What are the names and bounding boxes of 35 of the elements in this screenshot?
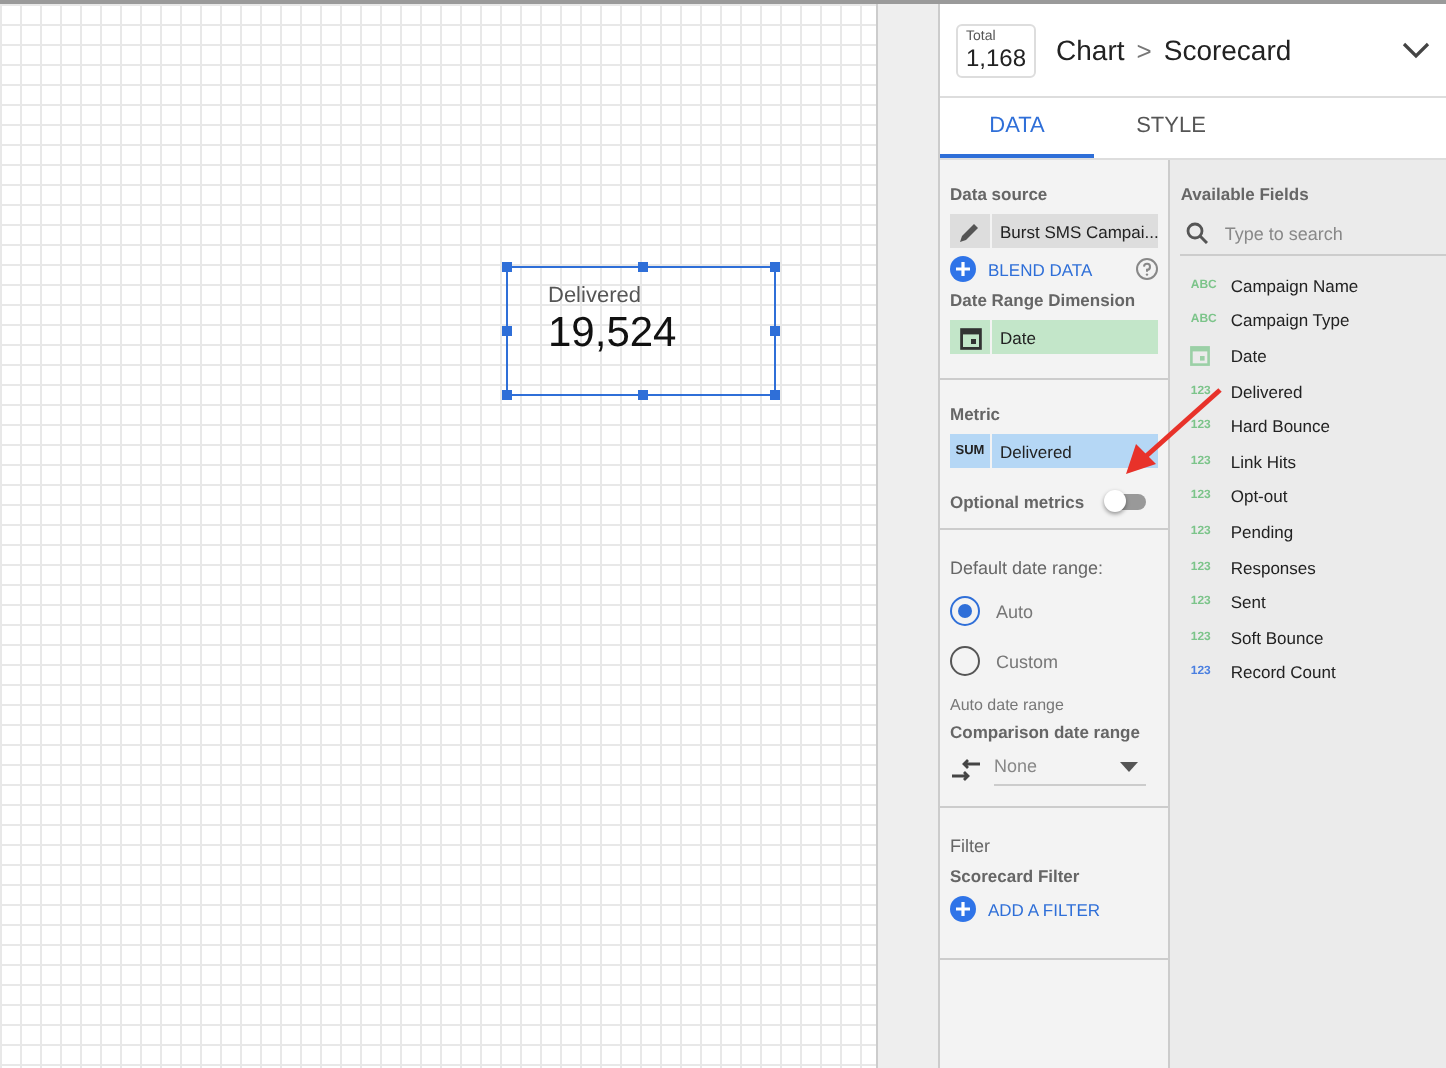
scorecard-chart[interactable]: Delivered 19,524	[506, 266, 776, 396]
panel-tab[interactable]: STYLE	[1094, 98, 1248, 158]
optional-metrics-toggle[interactable]	[1110, 494, 1147, 510]
section-heading: Date Range Dimension	[950, 290, 1138, 310]
optional-metrics-label: Optional metrics	[950, 492, 1085, 512]
section-heading: Available Fields	[1180, 184, 1311, 204]
section-heading: Metric	[950, 404, 1003, 424]
auto-date-range-note: Auto date range	[950, 696, 1066, 714]
plus-circle-icon	[950, 256, 976, 282]
pencil-icon	[958, 219, 982, 243]
calendar-icon	[1190, 344, 1211, 367]
field-search[interactable]: Type to search	[1224, 223, 1446, 243]
section-heading: Comparison date range	[950, 722, 1142, 742]
field-item[interactable]: Date	[1180, 338, 1446, 374]
scorecard-value: 19,524	[548, 310, 679, 358]
help-icon[interactable]	[1136, 258, 1159, 280]
plus-circle-icon	[950, 896, 976, 922]
caret-icon	[1120, 761, 1139, 771]
date-range-radio[interactable]: Custom	[950, 646, 1159, 676]
chart-type-title: Scorecard	[1163, 34, 1292, 66]
calendar-icon	[959, 325, 981, 349]
section-heading: Default date range:	[950, 558, 1106, 578]
section-heading: Data source	[950, 184, 1050, 204]
section-heading: Filter	[950, 836, 992, 856]
scorecard-label: Delivered	[548, 284, 643, 308]
annotation-arrow	[1120, 386, 1224, 478]
swap-arrows-icon	[950, 757, 982, 781]
breadcrumb-chart: Chart	[1056, 34, 1125, 66]
blend-data-button[interactable]: BLEND DATA	[950, 256, 1093, 282]
breadcrumb-separator: >	[1136, 35, 1152, 65]
date-range-radio[interactable]: Auto	[950, 596, 1159, 626]
search-icon	[1186, 222, 1209, 244]
section-heading: Scorecard Filter	[950, 866, 1082, 886]
chevron-down-icon[interactable]	[1402, 41, 1430, 59]
add-filter-button[interactable]: ADD A FILTER	[950, 896, 1101, 922]
